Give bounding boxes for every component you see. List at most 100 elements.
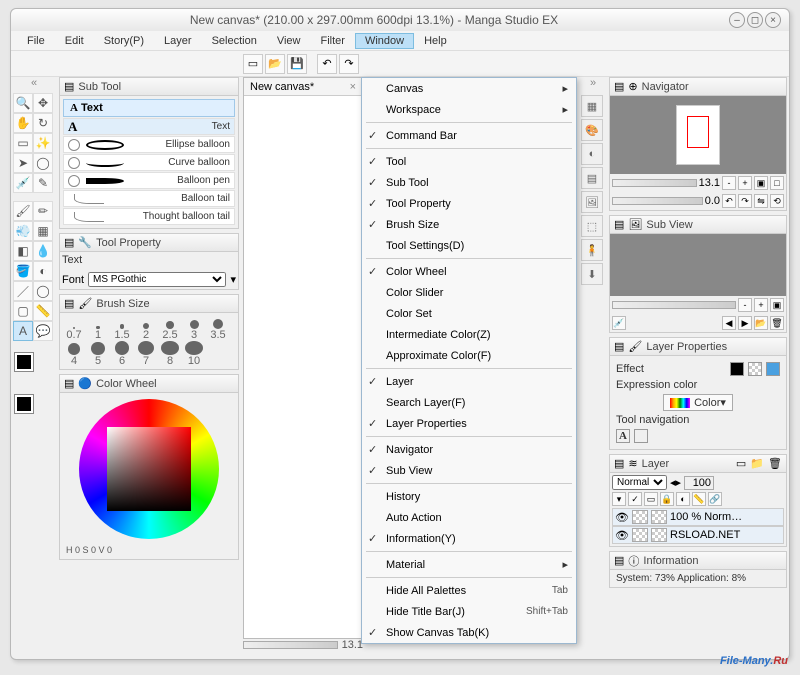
clip-icon[interactable]: ▾ xyxy=(612,492,626,506)
balloon-tool-icon[interactable]: 💬 xyxy=(33,321,53,341)
menu-item[interactable]: ✓Sub View xyxy=(362,460,576,481)
material-pose-icon[interactable]: 🧍 xyxy=(581,239,603,261)
toolnav-a-icon[interactable]: A xyxy=(616,429,630,443)
menu-item[interactable]: Intermediate Color(Z) xyxy=(362,324,576,345)
close-button[interactable]: × xyxy=(765,12,781,28)
sv-open-icon[interactable]: 📂 xyxy=(754,316,768,330)
subview-zoom-slider[interactable] xyxy=(612,301,736,309)
eraser-tool-icon[interactable]: ◧ xyxy=(13,241,33,261)
menu-icon[interactable]: ▤ xyxy=(614,457,624,470)
subtool-item[interactable]: Ellipse balloon xyxy=(63,136,235,153)
undo-icon[interactable]: ↶ xyxy=(317,54,337,74)
brush-size-cell[interactable]: 3 xyxy=(182,315,206,341)
brush-size-cell[interactable]: 0.7 xyxy=(62,315,86,341)
menu-icon[interactable]: ▤ xyxy=(64,297,74,310)
dropdown-icon[interactable]: ▾ xyxy=(230,273,236,286)
menu-storyp[interactable]: Story(P) xyxy=(94,33,154,49)
menu-selection[interactable]: Selection xyxy=(202,33,267,49)
fill-tool-icon[interactable]: 🪣 xyxy=(13,261,33,281)
font-select[interactable]: MS PGothic xyxy=(88,272,226,287)
brush-size-cell[interactable]: 3.5 xyxy=(206,315,230,341)
brush-size-cell[interactable]: 2 xyxy=(134,315,158,341)
menu-item[interactable]: Color Slider xyxy=(362,282,576,303)
ref-icon[interactable]: ✓ xyxy=(628,492,642,506)
material-manga-icon[interactable]: ▤ xyxy=(581,167,603,189)
maximize-button[interactable]: ◻ xyxy=(747,12,763,28)
pen-tool-icon[interactable]: ✎ xyxy=(33,173,53,193)
menu-icon[interactable]: ▤ xyxy=(614,80,624,93)
menu-item[interactable]: Hide Title Bar(J)Shift+Tab xyxy=(362,601,576,622)
brush-size-cell[interactable]: 1.5 xyxy=(110,315,134,341)
sv-prev-icon[interactable]: ◀ xyxy=(722,316,736,330)
menu-item[interactable]: ✓Tool xyxy=(362,151,576,172)
menu-window[interactable]: Window xyxy=(355,33,414,49)
text-tool-icon[interactable]: A xyxy=(13,321,33,341)
menu-item[interactable]: ✓Layer Properties xyxy=(362,413,576,434)
brush-size-cell[interactable]: 2.5 xyxy=(158,315,182,341)
menu-item[interactable]: Auto Action xyxy=(362,507,576,528)
toolnav-move-icon[interactable] xyxy=(634,429,648,443)
sv-zoom-in-icon[interactable]: + xyxy=(754,298,768,312)
zoom-out-icon[interactable]: - xyxy=(722,176,736,190)
subtool-item[interactable]: Thought balloon tail xyxy=(63,208,235,225)
menu-edit[interactable]: Edit xyxy=(55,33,94,49)
fit-icon[interactable]: ▣ xyxy=(754,176,768,190)
opacity-stepper-icon[interactable]: ◂▸ xyxy=(670,476,681,489)
menu-filter[interactable]: Filter xyxy=(311,33,355,49)
select-tool-icon[interactable]: ▭ xyxy=(13,133,33,153)
menu-item[interactable]: ✓Sub Tool xyxy=(362,172,576,193)
arrow-tool-icon[interactable]: ➤ xyxy=(13,153,33,173)
save-icon[interactable]: 💾 xyxy=(287,54,307,74)
mask-icon[interactable]: ◐ xyxy=(676,492,690,506)
expression-color-select[interactable]: Color ▾ xyxy=(663,394,733,411)
redo-icon[interactable]: ↷ xyxy=(339,54,359,74)
zoom-tool-icon[interactable]: 🔍 xyxy=(13,93,33,113)
wand-tool-icon[interactable]: ✨ xyxy=(33,133,53,153)
draft-icon[interactable]: ▭ xyxy=(644,492,658,506)
menu-item[interactable]: Canvas▸ xyxy=(362,78,576,99)
zoom-slider[interactable] xyxy=(243,641,338,649)
menu-item[interactable]: ✓Tool Property xyxy=(362,193,576,214)
subtool-item[interactable]: Balloon tail xyxy=(63,190,235,207)
menu-item[interactable]: ✓Color Wheel xyxy=(362,261,576,282)
subtool-tab-text[interactable]: A Text xyxy=(63,99,235,117)
menu-icon[interactable]: ▤ xyxy=(614,340,624,353)
frame-tool-icon[interactable]: ▢ xyxy=(13,301,33,321)
menu-item[interactable]: Material▸ xyxy=(362,554,576,575)
move-tool-icon[interactable]: ✥ xyxy=(33,93,53,113)
menu-item[interactable]: Approximate Color(F) xyxy=(362,345,576,366)
open-icon[interactable]: 📂 xyxy=(265,54,285,74)
airbrush-tool-icon[interactable]: 💨 xyxy=(13,221,33,241)
subtool-item[interactable]: AText xyxy=(63,118,235,135)
brush-size-cell[interactable]: 5 xyxy=(86,341,110,367)
pattern-tool-icon[interactable]: ▦ xyxy=(33,221,53,241)
foreground-swatch[interactable] xyxy=(15,353,33,371)
effect-tone-icon[interactable] xyxy=(748,362,762,376)
subview-area[interactable] xyxy=(610,234,786,296)
material-image-icon[interactable]: 🖼 xyxy=(581,191,603,213)
menu-item[interactable]: Workspace▸ xyxy=(362,99,576,120)
brush-size-cell[interactable]: 10 xyxy=(182,341,206,367)
menu-layer[interactable]: Layer xyxy=(154,33,202,49)
close-tab-icon[interactable]: × xyxy=(350,81,356,93)
material-all-icon[interactable]: ▦ xyxy=(581,95,603,117)
rotate-tool-icon[interactable]: ↻ xyxy=(33,113,53,133)
subtool-item[interactable]: Balloon pen xyxy=(63,172,235,189)
line-tool-icon[interactable]: ／ xyxy=(13,281,33,301)
shape-tool-icon[interactable]: ◯ xyxy=(33,281,53,301)
lock-icon[interactable]: 🔒 xyxy=(660,492,674,506)
menu-icon[interactable]: ▤ xyxy=(64,80,74,93)
ruler-tool-icon[interactable]: 📏 xyxy=(33,301,53,321)
menu-item[interactable]: ✓Information(Y) xyxy=(362,528,576,549)
layer-folder-icon[interactable]: 📁 xyxy=(750,457,764,470)
reset-rotate-icon[interactable]: ⟲ xyxy=(770,194,784,208)
sv-zoom-out-icon[interactable]: - xyxy=(738,298,752,312)
menu-item[interactable]: Tool Settings(D) xyxy=(362,235,576,256)
background-swatch[interactable] xyxy=(15,395,33,413)
menu-item[interactable]: Hide All PalettesTab xyxy=(362,580,576,601)
nav-zoom-slider[interactable] xyxy=(612,179,697,187)
brush-size-cell[interactable]: 1 xyxy=(86,315,110,341)
material-dl-icon[interactable]: ⬇ xyxy=(581,263,603,285)
sv-fit-icon[interactable]: ▣ xyxy=(770,298,784,312)
navigator-preview[interactable] xyxy=(610,96,786,174)
